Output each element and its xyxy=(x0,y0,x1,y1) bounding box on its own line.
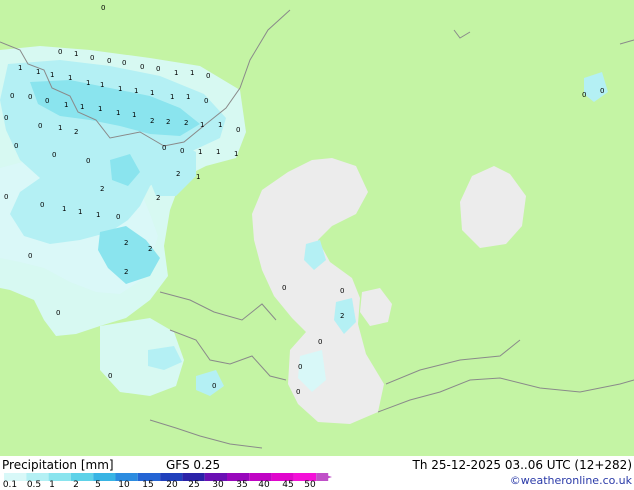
map-label: 1 xyxy=(64,101,68,109)
color-scale-tick: 20 xyxy=(166,480,178,490)
map-label: 1 xyxy=(50,71,54,79)
map-label: 1 xyxy=(96,211,100,219)
map-label: 0 xyxy=(318,338,322,346)
map-label: 0 xyxy=(296,388,300,396)
map-title: Precipitation [mm] xyxy=(2,458,114,472)
map-label: 1 xyxy=(190,69,194,77)
validity-time: Th 25-12-2025 03..06 UTC (12+282) xyxy=(412,458,632,472)
map-label: 0 xyxy=(582,91,586,99)
map-label: 2 xyxy=(148,245,152,253)
map-label: 0 xyxy=(204,97,208,105)
map-footer: Precipitation [mm] GFS 0.25 Th 25-12-202… xyxy=(0,456,634,490)
map-label: 1 xyxy=(150,89,154,97)
map-label: 1 xyxy=(100,81,104,89)
map-label: 1 xyxy=(134,87,138,95)
map-label: 0 xyxy=(40,201,44,209)
precipitation-map: 0 0 0 0 0 0 0 0 0 0 0 0 0 0 0 0 0 0 0 0 … xyxy=(0,0,634,456)
map-label: 1 xyxy=(118,85,122,93)
map-label: 1 xyxy=(200,121,204,129)
map-label: 2 xyxy=(124,268,128,276)
map-label: 1 xyxy=(198,148,202,156)
map-label: 0 xyxy=(28,252,32,260)
map-label: 2 xyxy=(150,117,154,125)
map-label: 0 xyxy=(101,4,105,12)
map-label: 1 xyxy=(98,105,102,113)
color-scale-tick: 40 xyxy=(258,480,270,490)
map-label: 1 xyxy=(80,103,84,111)
map-label: 0 xyxy=(38,122,42,130)
map-label: 2 xyxy=(340,312,344,320)
map-label: 1 xyxy=(216,148,220,156)
map-label: 1 xyxy=(196,173,200,181)
map-label: 1 xyxy=(132,111,136,119)
color-scale-tick: 0.1 xyxy=(2,480,18,490)
map-label: 0 xyxy=(236,126,240,134)
color-scale-tick: 25 xyxy=(188,480,200,490)
map-label: 1 xyxy=(74,50,78,58)
map-label: 0 xyxy=(206,72,210,80)
map-label: 1 xyxy=(116,109,120,117)
map-label: 0 xyxy=(14,142,18,150)
map-label: 2 xyxy=(156,194,160,202)
map-label: 0 xyxy=(162,144,166,152)
map-label: 0 xyxy=(28,93,32,101)
map-label: 0 xyxy=(90,54,94,62)
map-label: 1 xyxy=(18,64,22,72)
map-label: 1 xyxy=(62,205,66,213)
map-label: 1 xyxy=(218,121,222,129)
map-label: 1 xyxy=(86,79,90,87)
map-label: 0 xyxy=(4,193,8,201)
map-label: 1 xyxy=(68,74,72,82)
map-label: 0 xyxy=(122,59,126,67)
map-label: 1 xyxy=(78,208,82,216)
site-credit[interactable]: ©weatheronline.co.uk xyxy=(510,474,632,488)
color-scale-tick: 30 xyxy=(212,480,224,490)
map-label: 1 xyxy=(174,69,178,77)
map-label: 0 xyxy=(56,309,60,317)
color-scale-tick: 2 xyxy=(73,480,79,490)
map-label: 0 xyxy=(107,57,111,65)
map-label: 0 xyxy=(156,65,160,73)
map-label: 0 xyxy=(180,147,184,155)
color-scale-tick: 45 xyxy=(282,480,294,490)
color-scale-tick: 15 xyxy=(142,480,154,490)
map-label: 0 xyxy=(10,92,14,100)
map-label: 0 xyxy=(212,382,216,390)
color-scale-tick: 5 xyxy=(95,480,101,490)
map-label: 0 xyxy=(282,284,286,292)
map-label: 0 xyxy=(108,372,112,380)
map-label: 0 xyxy=(116,213,120,221)
map-label: 0 xyxy=(340,287,344,295)
map-label: 1 xyxy=(170,93,174,101)
map-label: 0 xyxy=(52,151,56,159)
map-label: 1 xyxy=(234,150,238,158)
color-scale-tick: 50 xyxy=(304,480,316,490)
map-label: 0 xyxy=(600,87,604,95)
color-scale-tick: 35 xyxy=(236,480,248,490)
map-label: 2 xyxy=(124,239,128,247)
color-scale-tick: 10 xyxy=(118,480,130,490)
map-label: 0 xyxy=(298,363,302,371)
map-label: 1 xyxy=(186,93,190,101)
map-label: 1 xyxy=(36,68,40,76)
color-scale-tick: 0.5 xyxy=(26,480,42,490)
map-label: 0 xyxy=(45,97,49,105)
map-label: 0 xyxy=(58,48,62,56)
map-label: 2 xyxy=(184,119,188,127)
map-label: 2 xyxy=(74,128,78,136)
map-label: 2 xyxy=(176,170,180,178)
model-name: GFS 0.25 xyxy=(166,458,221,472)
map-label: 0 xyxy=(86,157,90,165)
map-label: 0 xyxy=(4,114,8,122)
map-label: 2 xyxy=(166,118,170,126)
map-label: 2 xyxy=(100,185,104,193)
color-scale-tick: 1 xyxy=(49,480,55,490)
map-label: 1 xyxy=(58,124,62,132)
map-label: 0 xyxy=(140,63,144,71)
